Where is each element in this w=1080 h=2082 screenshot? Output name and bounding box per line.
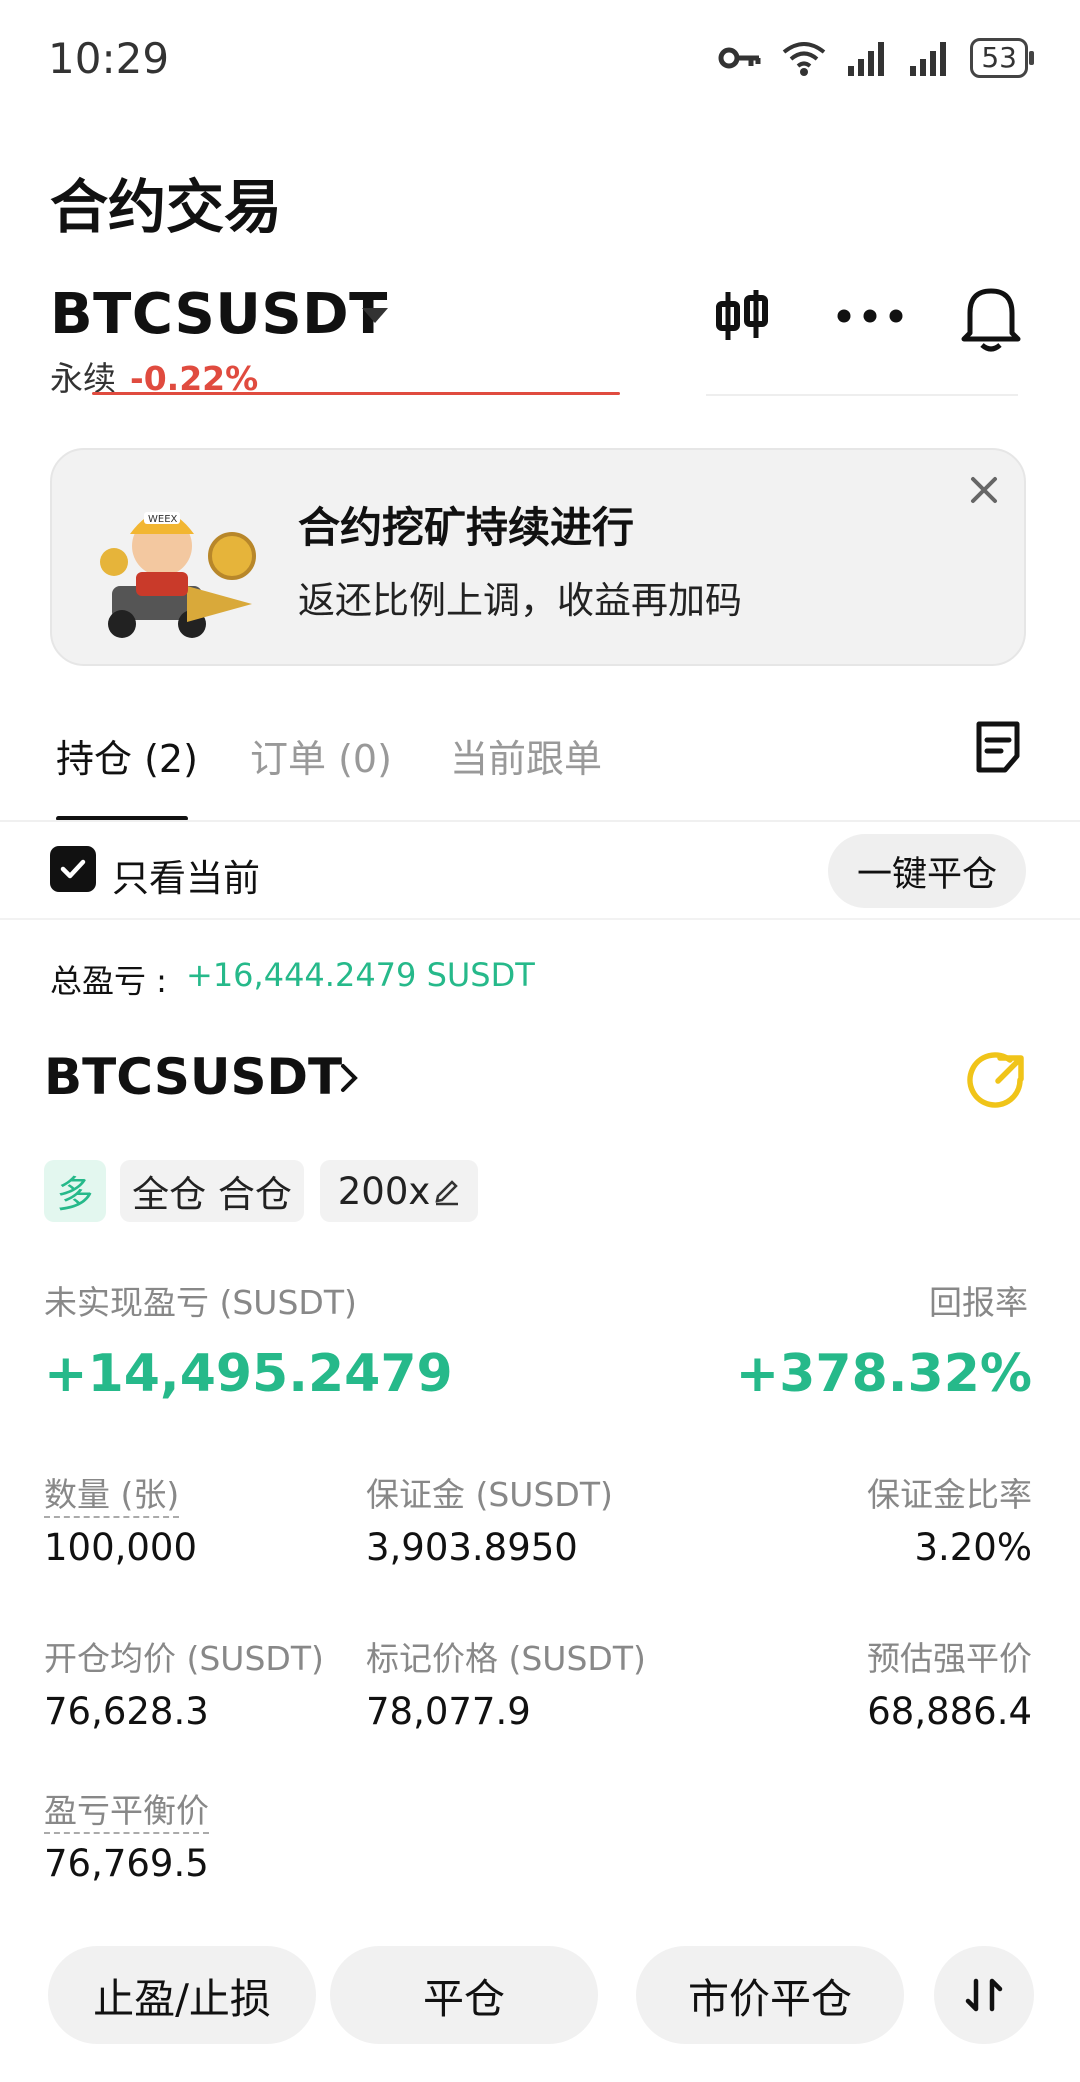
reverse-position-button[interactable] bbox=[934, 1946, 1034, 2044]
breakeven-label[interactable]: 盈亏平衡价 bbox=[44, 1784, 209, 1834]
change-underline bbox=[92, 392, 620, 395]
caret-down-icon[interactable] bbox=[362, 308, 388, 323]
total-pnl-value: +16,444.2479 SUSDT bbox=[186, 956, 535, 994]
close-position-button[interactable]: 平仓 bbox=[330, 1946, 598, 2044]
tab-copy-trading[interactable]: 当前跟单 bbox=[450, 728, 602, 783]
leverage-badge[interactable]: 200x bbox=[320, 1160, 478, 1222]
filter-divider bbox=[0, 918, 1080, 920]
battery-indicator: 53 bbox=[970, 38, 1034, 78]
unrealized-pnl-label: 未实现盈亏 (SUSDT) bbox=[44, 1283, 357, 1322]
more-icon[interactable] bbox=[832, 296, 908, 336]
miner-mascot-illustration: WEEX bbox=[92, 476, 262, 640]
candlestick-chart-icon[interactable] bbox=[710, 284, 774, 348]
tp-sl-button[interactable]: 止盈/止损 bbox=[48, 1946, 316, 2044]
helmet-text: WEEX bbox=[148, 514, 178, 525]
margin-ratio-value: 3.20% bbox=[914, 1526, 1032, 1569]
side-badge: 多 bbox=[44, 1160, 106, 1222]
header-divider bbox=[706, 394, 1018, 396]
mark-price-label: 标记价格 (SUSDT) bbox=[366, 1639, 646, 1678]
unrealized-pnl-value: +14,495.2479 bbox=[44, 1344, 453, 1404]
margin-ratio-label: 保证金比率 bbox=[867, 1475, 1032, 1514]
swap-arrows-icon bbox=[965, 1978, 1003, 2012]
margin-label: 保证金 (SUSDT) bbox=[366, 1475, 613, 1514]
only-current-label[interactable]: 只看当前 bbox=[112, 848, 260, 902]
close-all-button[interactable]: 一键平仓 bbox=[828, 834, 1026, 908]
status-icons: 53 bbox=[718, 38, 1034, 78]
position-symbol[interactable]: BTCSUSDT bbox=[44, 1048, 342, 1106]
total-pnl-label: 总盈亏 : bbox=[50, 962, 167, 1000]
close-icon[interactable] bbox=[964, 470, 1004, 510]
bell-icon[interactable] bbox=[956, 282, 1026, 354]
margin-value: 3,903.8950 bbox=[366, 1526, 578, 1569]
tab-orders[interactable]: 订单 (0) bbox=[250, 728, 392, 783]
entry-price-value: 76,628.3 bbox=[44, 1690, 209, 1733]
instrument-selector[interactable]: BTCSUSDT bbox=[50, 282, 388, 347]
share-icon[interactable] bbox=[966, 1050, 1028, 1112]
signal-icon-2 bbox=[910, 42, 947, 76]
signal-icon bbox=[848, 42, 885, 76]
wifi-icon bbox=[783, 42, 826, 76]
liq-price-value: 68,886.4 bbox=[867, 1690, 1032, 1733]
document-icon[interactable] bbox=[970, 718, 1026, 776]
key-icon bbox=[718, 47, 761, 69]
banner-subtitle: 返还比例上调，收益再加码 bbox=[298, 579, 742, 622]
roe-value: +378.32% bbox=[735, 1344, 1032, 1404]
entry-price-label: 开仓均价 (SUSDT) bbox=[44, 1639, 324, 1678]
tab-positions[interactable]: 持仓 (2) bbox=[56, 728, 198, 783]
status-time: 10:29 bbox=[48, 34, 170, 83]
only-current-checkbox[interactable] bbox=[50, 846, 96, 892]
quantity-label[interactable]: 数量 (张) bbox=[44, 1468, 180, 1518]
market-close-button[interactable]: 市价平仓 bbox=[636, 1946, 904, 2044]
breakeven-value: 76,769.5 bbox=[44, 1842, 209, 1885]
leverage-value: 200x bbox=[337, 1169, 431, 1213]
edit-icon bbox=[435, 1180, 459, 1206]
chevron-right-icon[interactable] bbox=[336, 1062, 362, 1094]
roe-label: 回报率 bbox=[929, 1283, 1028, 1322]
liq-price-label: 预估强平价 bbox=[867, 1639, 1032, 1678]
quantity-value: 100,000 bbox=[44, 1526, 198, 1569]
tabs-divider bbox=[0, 820, 1080, 822]
banner-title: 合约挖矿持续进行 bbox=[298, 503, 635, 552]
mark-price-value: 78,077.9 bbox=[366, 1690, 531, 1733]
page-title: 合约交易 bbox=[50, 173, 283, 241]
margin-mode-badge: 全仓 合仓 bbox=[120, 1160, 304, 1222]
